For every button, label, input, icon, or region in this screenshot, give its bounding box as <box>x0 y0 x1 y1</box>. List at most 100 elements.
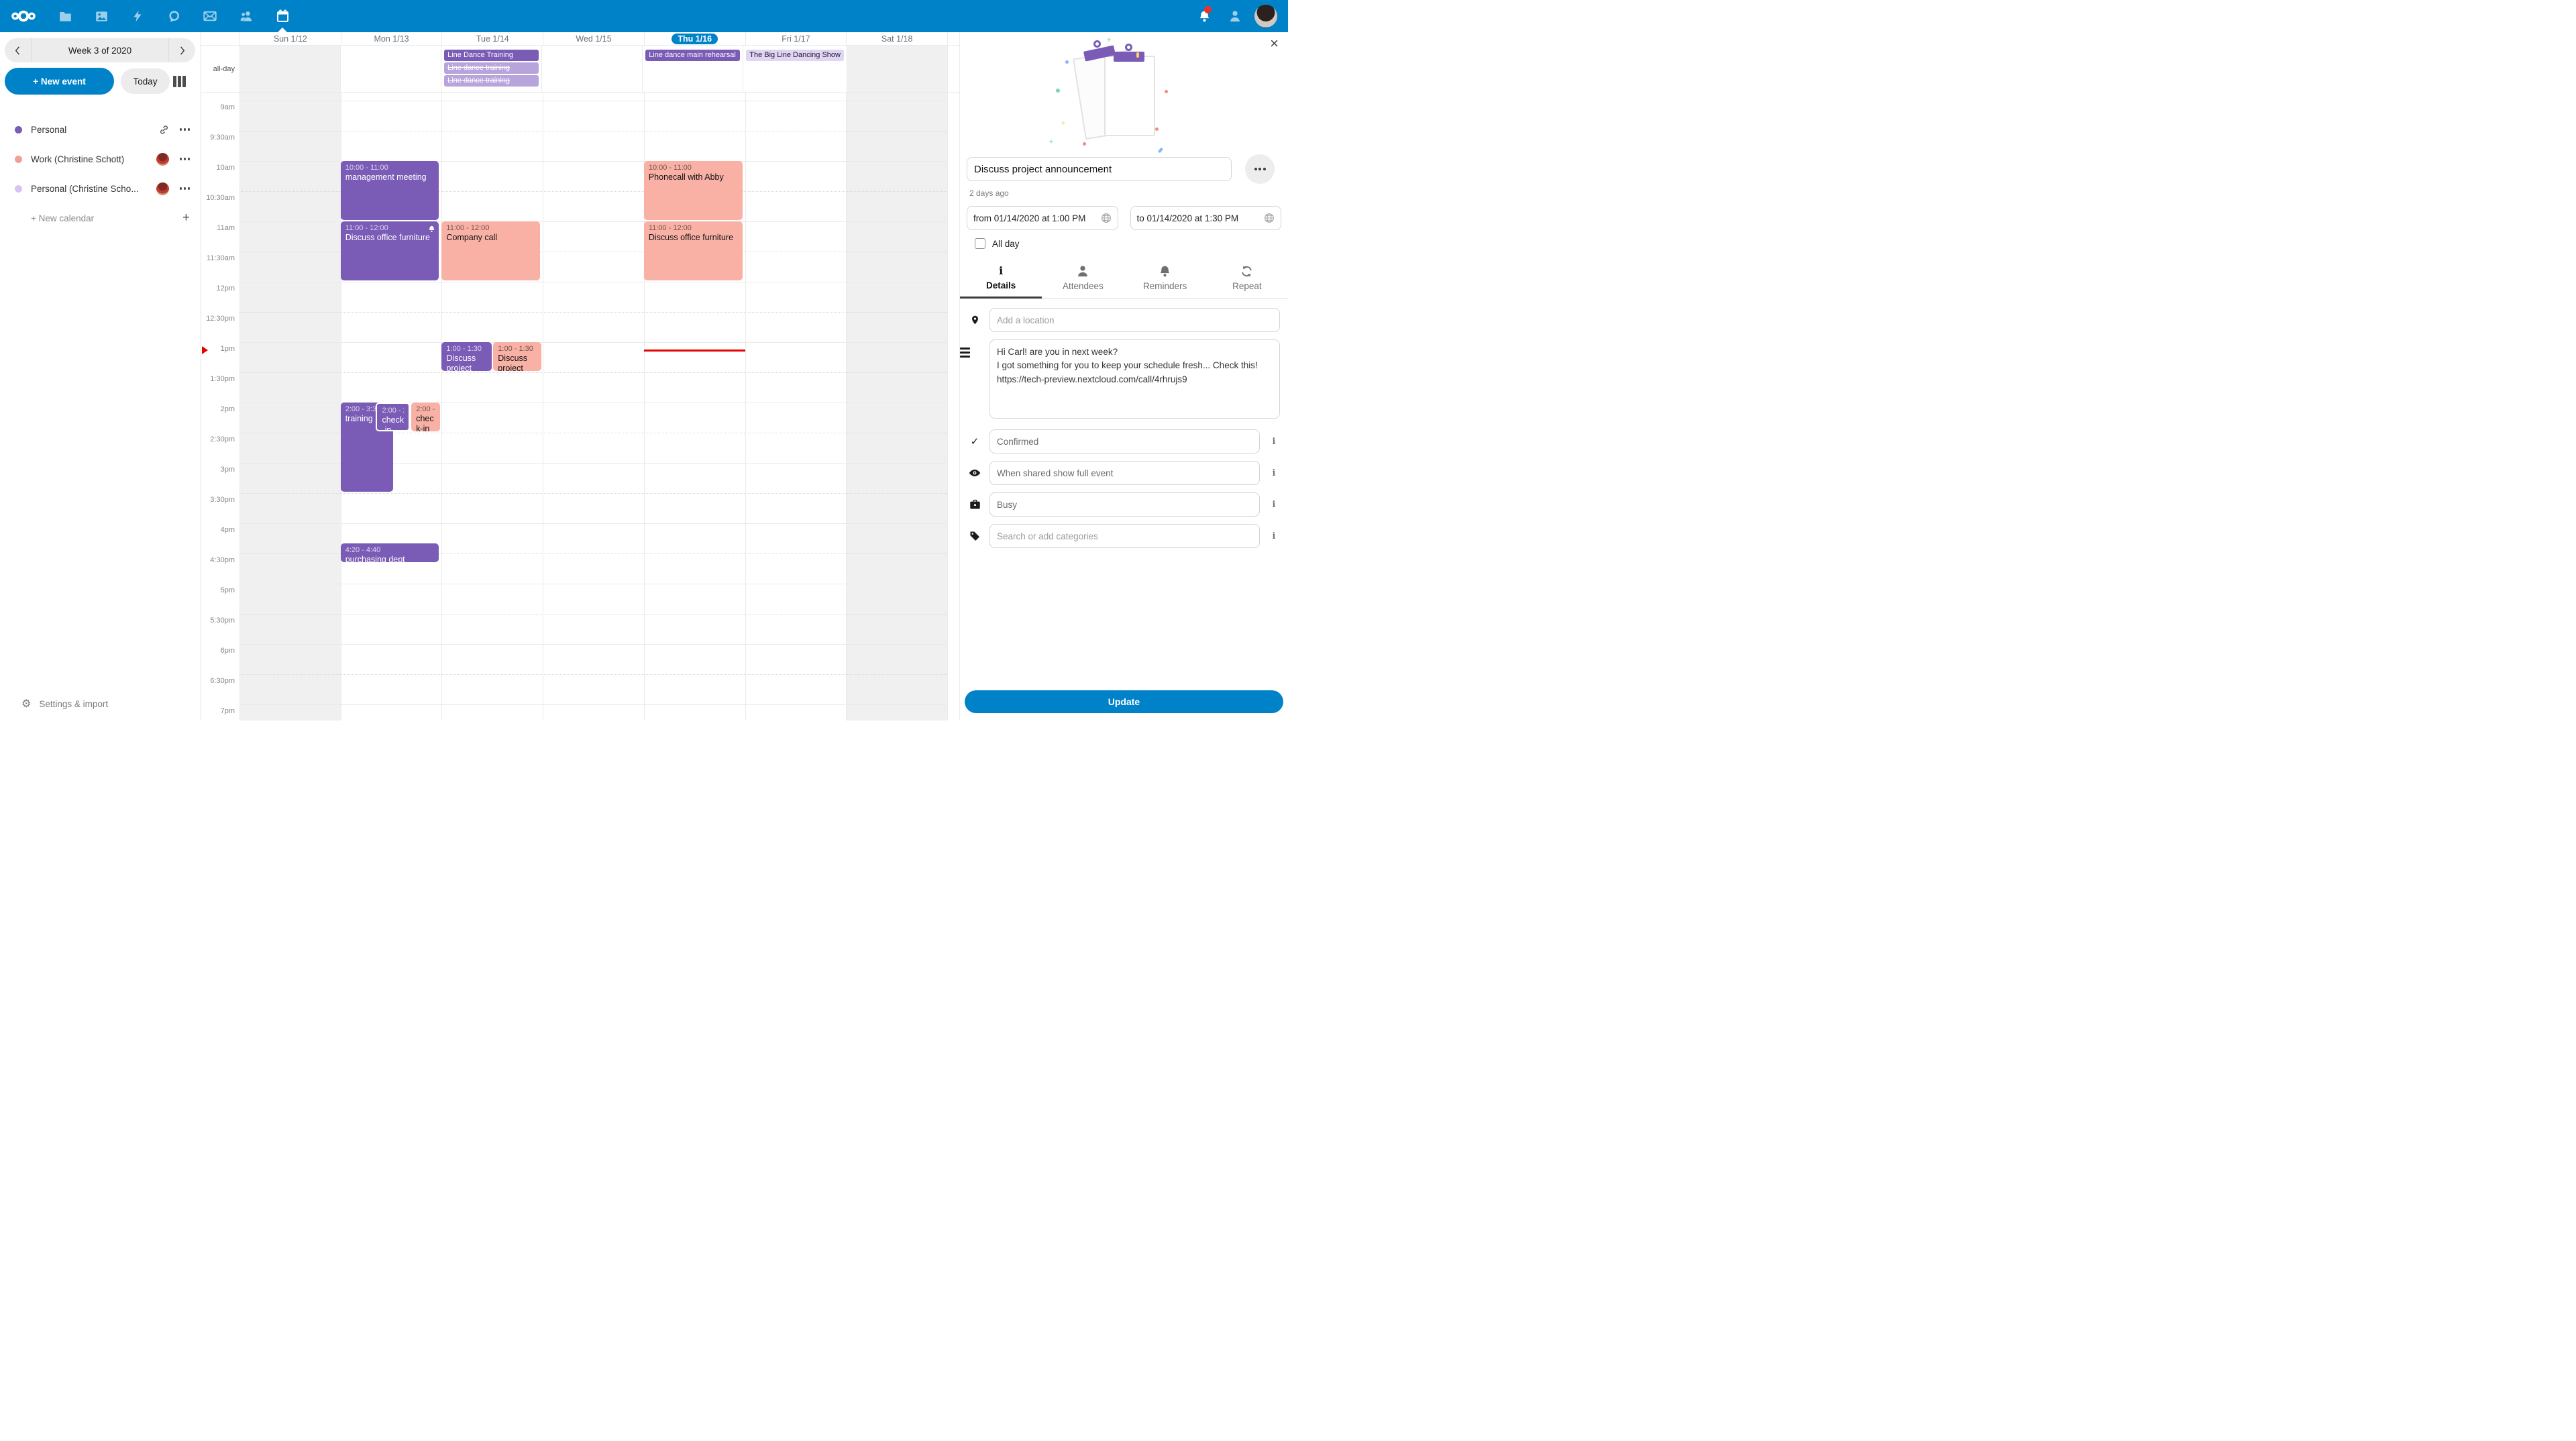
visibility-info-icon[interactable]: i <box>1260 468 1288 478</box>
tab-label: Attendees <box>1042 281 1124 291</box>
day-header[interactable]: Sun 1/12 <box>239 32 341 45</box>
all-day-cell[interactable]: The Big Line Dancing Show <box>743 46 847 92</box>
next-week-button[interactable] <box>168 38 195 62</box>
all-day-cell[interactable] <box>340 46 441 92</box>
app-activity-icon[interactable] <box>119 0 156 32</box>
calendar-grid[interactable]: 9am9:30am10am10:30am11am11:30am12pm12:30… <box>201 93 959 720</box>
day-column[interactable] <box>543 93 644 720</box>
all-day-cell[interactable] <box>541 46 642 92</box>
settings-import-button[interactable]: ⚙ Settings & import <box>0 691 201 720</box>
calendar-color-dot <box>15 126 22 134</box>
all-day-checkbox[interactable]: All day <box>968 238 1288 249</box>
categories-input[interactable] <box>989 524 1260 548</box>
status-info-icon[interactable]: i <box>1260 437 1288 447</box>
event-actions-menu-icon[interactable] <box>1245 154 1275 184</box>
close-icon[interactable]: × <box>1270 36 1279 51</box>
app-talk-icon[interactable] <box>156 0 192 32</box>
nextcloud-logo-icon[interactable] <box>0 10 47 22</box>
timezone-globe-icon[interactable] <box>1264 213 1275 223</box>
all-day-event[interactable]: Line dance main rehearsal <box>645 50 740 61</box>
share-link-icon[interactable] <box>159 125 169 135</box>
categories-info-icon[interactable]: i <box>1260 531 1288 541</box>
all-day-event[interactable]: Line Dance Training <box>444 50 539 61</box>
all-day-event[interactable]: The Big Line Dancing Show <box>746 50 844 61</box>
day-header[interactable]: Fri 1/17 <box>745 32 847 45</box>
event-start-input[interactable]: from 01/14/2020 at 1:00 PM <box>967 206 1118 230</box>
all-day-cell[interactable]: Line Dance TrainingLine dance trainingLi… <box>441 46 541 92</box>
previous-week-button[interactable] <box>5 38 32 62</box>
location-input[interactable] <box>989 308 1280 332</box>
app-photos-icon[interactable] <box>83 0 119 32</box>
calendar-menu-icon[interactable] <box>178 184 192 193</box>
app-contacts-icon[interactable] <box>228 0 264 32</box>
event-time: 1:00 - 1:30 <box>446 344 487 354</box>
event-time: 11:00 - 12:00 <box>446 223 535 233</box>
end-value: to 01/14/2020 at 1:30 PM <box>1137 213 1239 223</box>
calendar-event[interactable]: 1:00 - 1:30Discuss project announcement <box>441 342 492 371</box>
day-header[interactable]: Wed 1/15 <box>543 32 644 45</box>
app-mail-icon[interactable] <box>192 0 228 32</box>
today-button[interactable]: Today <box>121 68 170 94</box>
all-day-cell[interactable] <box>847 46 947 92</box>
day-header[interactable]: Mon 1/13 <box>341 32 442 45</box>
calendar-event[interactable]: 10:00 - 11:00Phonecall with Abby <box>644 161 743 220</box>
calendar-event[interactable]: 11:00 - 12:00Discuss office furniture <box>341 221 439 280</box>
calendar-event[interactable]: 1:00 - 1:30Discuss project <box>493 342 541 371</box>
description-textarea[interactable]: Hi Carl! are you in next week? I got som… <box>989 339 1280 419</box>
event-time: 1:00 - 1:30 <box>498 344 537 354</box>
event-time: 10:00 - 11:00 <box>345 163 435 172</box>
calendar-menu-icon[interactable] <box>178 155 192 163</box>
time-label: 11am <box>201 224 235 232</box>
visibility-select[interactable]: When shared show full event <box>989 461 1260 485</box>
status-select[interactable]: Confirmed <box>989 429 1260 453</box>
tab-reminders[interactable]: Reminders <box>1124 260 1206 298</box>
day-header[interactable]: Sat 1/18 <box>846 32 947 45</box>
calendar-event[interactable]: 4:20 - 4:40purchasing dept <box>341 543 439 562</box>
tab-details[interactable]: iDetails <box>960 260 1042 299</box>
event-title-input[interactable] <box>967 157 1232 181</box>
contacts-menu-icon[interactable] <box>1220 0 1250 32</box>
tab-attendees[interactable]: Attendees <box>1042 260 1124 298</box>
event-illustration: + + + <box>1064 50 1185 144</box>
day-column[interactable] <box>745 93 847 720</box>
timezone-globe-icon[interactable] <box>1101 213 1112 223</box>
current-time-arrow <box>202 346 208 354</box>
tab-label: Details <box>960 280 1042 290</box>
all-day-event[interactable]: Line dance training <box>444 62 539 74</box>
day-header[interactable]: Tue 1/14 <box>441 32 543 45</box>
checkbox-box[interactable] <box>975 238 985 249</box>
day-column[interactable] <box>441 93 543 720</box>
calendar-event[interactable]: 10:00 - 11:00management meeting <box>341 161 439 220</box>
calendar-list-item[interactable]: Personal (Christine Scho... <box>0 174 201 203</box>
tab-repeat[interactable]: Repeat <box>1206 260 1288 298</box>
event-end-input[interactable]: to 01/14/2020 at 1:30 PM <box>1130 206 1282 230</box>
calendar-event[interactable]: 11:00 - 12:00Discuss office furniture <box>644 221 743 280</box>
calendar-event[interactable]: 2:00 - 2:30check-in <box>376 403 410 431</box>
all-day-checkbox-label: All day <box>992 239 1020 249</box>
calendar-menu-icon[interactable] <box>178 125 192 134</box>
calendar-event[interactable]: 2:00 - 2:30check-in <box>411 403 440 431</box>
all-day-event[interactable]: Line dance training <box>444 75 539 87</box>
all-day-row: all-day Line Dance TrainingLine dance tr… <box>201 46 959 93</box>
new-event-button[interactable]: + New event <box>5 68 114 95</box>
app-files-icon[interactable] <box>47 0 83 32</box>
app-calendar-icon[interactable] <box>264 0 301 32</box>
day-column[interactable] <box>239 93 341 720</box>
all-day-cell[interactable] <box>239 46 340 92</box>
user-avatar[interactable] <box>1250 0 1281 32</box>
calendar-list-item[interactable]: Work (Christine Schott) <box>0 144 201 174</box>
update-button[interactable]: Update <box>965 690 1283 713</box>
start-value: from 01/14/2020 at 1:00 PM <box>973 213 1085 223</box>
notifications-bell-icon[interactable] <box>1189 0 1220 32</box>
day-header[interactable]: Thu 1/16 <box>644 32 745 45</box>
all-day-cell[interactable]: Line dance main rehearsal <box>642 46 743 92</box>
view-columns-icon[interactable] <box>170 73 189 90</box>
day-column[interactable] <box>846 93 947 720</box>
busy-select[interactable]: Busy <box>989 492 1260 517</box>
new-calendar-button[interactable]: + New calendar + <box>0 203 201 233</box>
categories-tag-icon <box>960 531 989 541</box>
calendar-list-item[interactable]: Personal <box>0 115 201 144</box>
calendar-event[interactable]: 11:00 - 12:00Company call <box>441 221 540 280</box>
reminder-bell-icon <box>428 224 435 236</box>
busy-info-icon[interactable]: i <box>1260 500 1288 510</box>
